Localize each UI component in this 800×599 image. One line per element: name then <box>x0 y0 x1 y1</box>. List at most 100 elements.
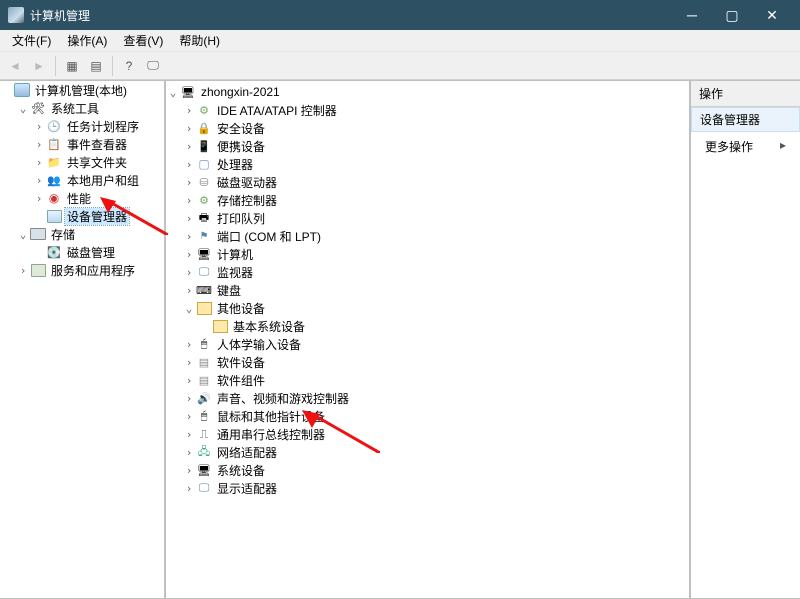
device-cat-monitors[interactable]: › 监视器 <box>182 263 689 281</box>
expander-icon[interactable]: › <box>182 356 196 369</box>
device-cat-diskdrives[interactable]: › 磁盘驱动器 <box>182 173 689 191</box>
computer-icon <box>180 85 196 99</box>
ide-controller-icon <box>196 103 212 117</box>
close-button[interactable]: ✕ <box>752 0 792 30</box>
tree-system-tools[interactable]: ⌄ 系统工具 <box>16 99 164 117</box>
expander-icon[interactable]: › <box>182 266 196 279</box>
device-cat-ports[interactable]: ›端口 (COM 和 LPT) <box>182 227 689 245</box>
tree-root-computer-management[interactable]: 计算机管理(本地) <box>0 81 164 99</box>
expander-icon[interactable]: › <box>182 104 196 117</box>
device-cat-sound[interactable]: ›声音、视频和游戏控制器 <box>182 389 689 407</box>
device-cat-storagectl[interactable]: ›存储控制器 <box>182 191 689 209</box>
expander-icon[interactable]: › <box>182 248 196 261</box>
menu-help[interactable]: 帮助(H) <box>171 30 228 51</box>
usb-controller-icon <box>196 427 212 441</box>
expander-icon[interactable]: ⌄ <box>166 86 180 99</box>
actions-more-label: 更多操作 <box>705 140 753 154</box>
performance-icon <box>46 191 62 205</box>
toolbar-options-button[interactable]: ▦ <box>61 55 83 77</box>
expander-icon[interactable]: › <box>182 230 196 243</box>
toolbar: ◄ ► ▦ ▤ ? 🖵 <box>0 52 800 80</box>
device-cat-usb[interactable]: ›通用串行总线控制器 <box>182 425 689 443</box>
event-viewer-icon <box>46 137 62 151</box>
tree-services-apps[interactable]: › 服务和应用程序 <box>16 261 164 279</box>
tree-disk-management[interactable]: 磁盘管理 <box>32 243 164 261</box>
device-cat-software-components[interactable]: › 软件组件 <box>182 371 689 389</box>
expander-icon[interactable]: › <box>182 482 196 495</box>
device-cat-display[interactable]: ›显示适配器 <box>182 479 689 497</box>
expander-icon[interactable]: › <box>182 446 196 459</box>
expander-icon[interactable]: › <box>32 138 46 151</box>
device-cat-network[interactable]: ›网络适配器 <box>182 443 689 461</box>
tree-performance[interactable]: › 性能 <box>32 189 164 207</box>
tree-storage[interactable]: ⌄ 存储 <box>16 225 164 243</box>
menu-action[interactable]: 操作(A) <box>59 30 115 51</box>
device-cat-other[interactable]: ⌄ 其他设备 <box>182 299 689 317</box>
tree-shared-folders[interactable]: › 共享文件夹 <box>32 153 164 171</box>
device-cat-software-devices[interactable]: ›软件设备 <box>182 353 689 371</box>
nav-back-button[interactable]: ◄ <box>4 55 26 77</box>
device-cat-keyboards[interactable]: ›键盘 <box>182 281 689 299</box>
expander-icon[interactable]: ⌄ <box>16 102 30 115</box>
tree-device-manager[interactable]: 设备管理器 <box>32 207 164 225</box>
expander-icon[interactable]: › <box>182 194 196 207</box>
expander-icon[interactable]: › <box>182 212 196 225</box>
device-cat-mice[interactable]: ›鼠标和其他指针设备 <box>182 407 689 425</box>
device-cat-portable[interactable]: › 便携设备 <box>182 137 689 155</box>
device-cat-security[interactable]: › 安全设备 <box>182 119 689 137</box>
expander-icon[interactable]: › <box>182 158 196 171</box>
disk-management-icon <box>46 245 62 259</box>
expander-icon[interactable]: › <box>182 374 196 387</box>
tree-local-users[interactable]: › 本地用户和组 <box>32 171 164 189</box>
device-root-computer[interactable]: ⌄ zhongxin-2021 <box>166 83 689 101</box>
expander-icon[interactable]: › <box>182 392 196 405</box>
device-cat-other-label: 其他设备 <box>215 300 267 317</box>
actions-more-link[interactable]: 更多操作 ▸ <box>691 132 800 161</box>
menu-file[interactable]: 文件(F) <box>4 30 59 51</box>
expander-icon[interactable]: › <box>182 338 196 351</box>
expander-icon[interactable]: › <box>182 410 196 423</box>
display-adapters-icon <box>196 481 212 495</box>
nav-forward-button[interactable]: ► <box>28 55 50 77</box>
tree-event-viewer-label: 事件查看器 <box>65 136 129 153</box>
expander-icon[interactable]: › <box>182 176 196 189</box>
processors-icon <box>196 157 212 171</box>
expander-icon[interactable]: › <box>182 140 196 153</box>
device-cat-hid[interactable]: ›人体学输入设备 <box>182 335 689 353</box>
device-cat-diskdrives-label: 磁盘驱动器 <box>215 174 279 191</box>
expander-icon[interactable]: › <box>32 192 46 205</box>
expander-icon[interactable]: › <box>182 122 196 135</box>
expander-icon[interactable]: ⌄ <box>182 302 196 315</box>
device-cat-portable-label: 便携设备 <box>215 138 267 155</box>
tree-system-tools-label: 系统工具 <box>49 100 101 117</box>
device-other-basic-system[interactable]: 基本系统设备 <box>198 317 689 335</box>
menu-view[interactable]: 查看(V) <box>115 30 171 51</box>
device-cat-security-label: 安全设备 <box>215 120 267 137</box>
device-cat-ide[interactable]: ›IDE ATA/ATAPI 控制器 <box>182 101 689 119</box>
device-cat-processors[interactable]: ›处理器 <box>182 155 689 173</box>
device-cat-system-devices[interactable]: ›系统设备 <box>182 461 689 479</box>
storage-icon <box>30 227 46 241</box>
task-scheduler-icon <box>46 119 62 133</box>
device-cat-software-components-label: 软件组件 <box>215 372 267 389</box>
chevron-right-icon: ▸ <box>780 138 786 152</box>
expander-icon[interactable]: › <box>182 428 196 441</box>
toolbar-help-button[interactable]: ? <box>118 55 140 77</box>
expander-icon[interactable]: › <box>32 120 46 133</box>
expander-icon[interactable]: › <box>32 156 46 169</box>
toolbar-properties-button[interactable]: 🖵 <box>142 55 164 77</box>
toolbar-list-button[interactable]: ▤ <box>85 55 107 77</box>
expander-icon[interactable]: ⌄ <box>16 228 30 241</box>
expander-icon[interactable]: › <box>182 284 196 297</box>
tree-event-viewer[interactable]: › 事件查看器 <box>32 135 164 153</box>
device-cat-monitors-label: 监视器 <box>215 264 255 281</box>
services-apps-icon <box>30 263 46 277</box>
device-cat-computers[interactable]: ›计算机 <box>182 245 689 263</box>
tree-task-scheduler[interactable]: › 任务计划程序 <box>32 117 164 135</box>
maximize-button[interactable]: ▢ <box>712 0 752 30</box>
device-cat-printqueues[interactable]: ›打印队列 <box>182 209 689 227</box>
expander-icon[interactable]: › <box>32 174 46 187</box>
expander-icon[interactable]: › <box>16 264 30 277</box>
minimize-button[interactable]: ─ <box>672 0 712 30</box>
expander-icon[interactable]: › <box>182 464 196 477</box>
